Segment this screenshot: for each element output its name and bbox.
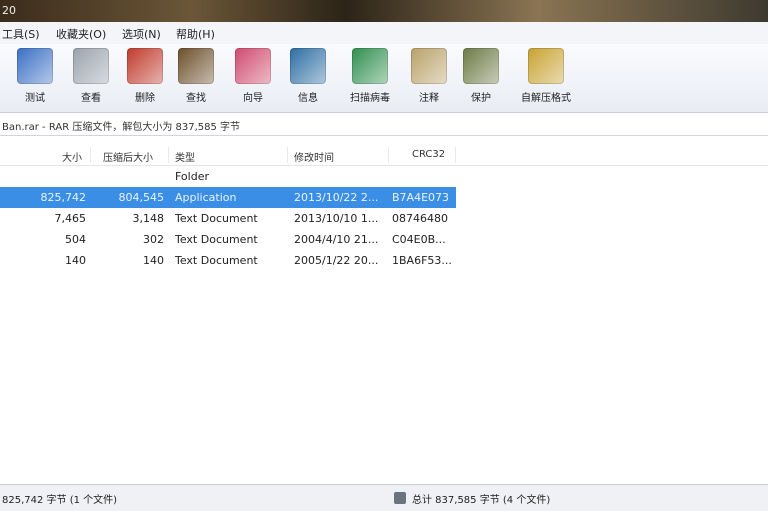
cell-packed: 804,545 bbox=[118, 191, 165, 204]
menu-options[interactable]: 选项(N) bbox=[122, 26, 161, 42]
protect-icon bbox=[463, 48, 499, 84]
test-button[interactable]: 测试 bbox=[6, 48, 64, 110]
sfx-button[interactable]: 自解压格式 bbox=[514, 48, 578, 110]
find-icon bbox=[178, 48, 214, 84]
status-bar: 825,742 字节 (1 个文件) 总计 837,585 字节 (4 个文件) bbox=[0, 484, 768, 511]
sfx-label: 自解压格式 bbox=[521, 93, 571, 104]
column-divider[interactable] bbox=[287, 147, 288, 163]
virus-scan-label: 扫描病毒 bbox=[350, 93, 390, 104]
cell-type: Application bbox=[175, 191, 237, 204]
protect-label: 保护 bbox=[471, 93, 491, 104]
test-icon bbox=[17, 48, 53, 84]
cell-size: 825,742 bbox=[40, 191, 87, 204]
cell-type: Text Document bbox=[175, 233, 258, 246]
cell-crc: B7A4E073 bbox=[392, 191, 450, 204]
col-type[interactable]: 类型 bbox=[175, 149, 195, 164]
menu-favorites[interactable]: 收藏夹(O) bbox=[56, 26, 106, 42]
find-label: 查找 bbox=[186, 93, 206, 104]
virus-scan-icon bbox=[352, 48, 388, 84]
cell-type: Text Document bbox=[175, 254, 258, 267]
cell-type: Folder bbox=[175, 170, 209, 183]
window-title: 20 bbox=[2, 4, 16, 17]
menu-tools[interactable]: 工具(S) bbox=[2, 26, 40, 42]
cell-crc: 08746480 bbox=[392, 212, 448, 225]
comment-icon bbox=[411, 48, 447, 84]
view-button[interactable]: 查看 bbox=[62, 48, 120, 110]
comment-button[interactable]: 注释 bbox=[400, 48, 458, 110]
cell-crc: 1BA6F53... bbox=[392, 254, 452, 267]
delete-label: 删除 bbox=[135, 93, 155, 104]
column-divider[interactable] bbox=[388, 147, 389, 163]
col-packed[interactable]: 压缩后大小 bbox=[103, 149, 153, 164]
cell-packed: 302 bbox=[143, 233, 164, 246]
delete-button[interactable]: 删除 bbox=[116, 48, 174, 110]
table-row[interactable]: 504 302 Text Document 2004/4/10 21... C0… bbox=[0, 229, 456, 250]
comment-label: 注释 bbox=[419, 93, 439, 104]
drive-icon bbox=[394, 492, 406, 504]
info-label: 信息 bbox=[298, 93, 318, 104]
cell-size: 140 bbox=[65, 254, 86, 267]
cell-packed: 140 bbox=[143, 254, 164, 267]
status-total: 总计 837,585 字节 (4 个文件) bbox=[412, 495, 551, 506]
column-header: 大小 压缩后大小 类型 修改时间 CRC32 bbox=[0, 145, 768, 166]
menu-help[interactable]: 帮助(H) bbox=[176, 26, 215, 42]
title-bar: 20 bbox=[0, 0, 768, 22]
delete-icon bbox=[127, 48, 163, 84]
info-button[interactable]: 信息 bbox=[279, 48, 337, 110]
wizard-icon bbox=[235, 48, 271, 84]
wizard-button[interactable]: 向导 bbox=[224, 48, 282, 110]
column-divider[interactable] bbox=[455, 147, 456, 163]
virus-scan-button[interactable]: 扫描病毒 bbox=[341, 48, 399, 110]
cell-modified: 2013/10/22 2... bbox=[294, 191, 379, 204]
cell-size: 7,465 bbox=[54, 212, 87, 225]
cell-size: 504 bbox=[65, 233, 86, 246]
wizard-label: 向导 bbox=[243, 93, 263, 104]
find-button[interactable]: 查找 bbox=[167, 48, 225, 110]
column-divider[interactable] bbox=[168, 147, 169, 163]
cell-crc: C04E0B... bbox=[392, 233, 446, 246]
info-icon bbox=[290, 48, 326, 84]
table-row[interactable]: 140 140 Text Document 2005/1/22 20... 1B… bbox=[0, 250, 456, 271]
sfx-icon bbox=[528, 48, 564, 84]
protect-button[interactable]: 保护 bbox=[452, 48, 510, 110]
status-selected: 825,742 字节 (1 个文件) bbox=[2, 495, 118, 506]
view-icon bbox=[73, 48, 109, 84]
test-label: 测试 bbox=[25, 93, 45, 104]
col-modified[interactable]: 修改时间 bbox=[294, 149, 334, 164]
col-crc[interactable]: CRC32 bbox=[412, 149, 445, 160]
menu-bar: 工具(S) 收藏夹(O) 选项(N) 帮助(H) bbox=[0, 22, 768, 45]
cell-modified: 2005/1/22 20... bbox=[294, 254, 379, 267]
cell-modified: 2004/4/10 21... bbox=[294, 233, 379, 246]
address-text: Ban.rar - RAR 压缩文件，解包大小为 837,585 字节 bbox=[2, 122, 241, 133]
view-label: 查看 bbox=[81, 93, 101, 104]
address-bar[interactable]: Ban.rar - RAR 压缩文件，解包大小为 837,585 字节 bbox=[0, 113, 768, 136]
col-size[interactable]: 大小 bbox=[62, 149, 82, 164]
table-row-selected[interactable]: 825,742 804,545 Application 2013/10/22 2… bbox=[0, 187, 456, 208]
cell-packed: 3,148 bbox=[132, 212, 165, 225]
table-row[interactable]: 7,465 3,148 Text Document 2013/10/10 1..… bbox=[0, 208, 456, 229]
file-list[interactable]: Folder 825,742 804,545 Application 2013/… bbox=[0, 166, 768, 484]
column-divider[interactable] bbox=[90, 147, 91, 163]
table-row[interactable]: Folder bbox=[0, 166, 456, 187]
toolbar: 测试 查看 删除 查找 向导 信息 扫描病毒 注释 保护 自解压格式 bbox=[0, 44, 768, 113]
cell-modified: 2013/10/10 1... bbox=[294, 212, 379, 225]
cell-type: Text Document bbox=[175, 212, 258, 225]
